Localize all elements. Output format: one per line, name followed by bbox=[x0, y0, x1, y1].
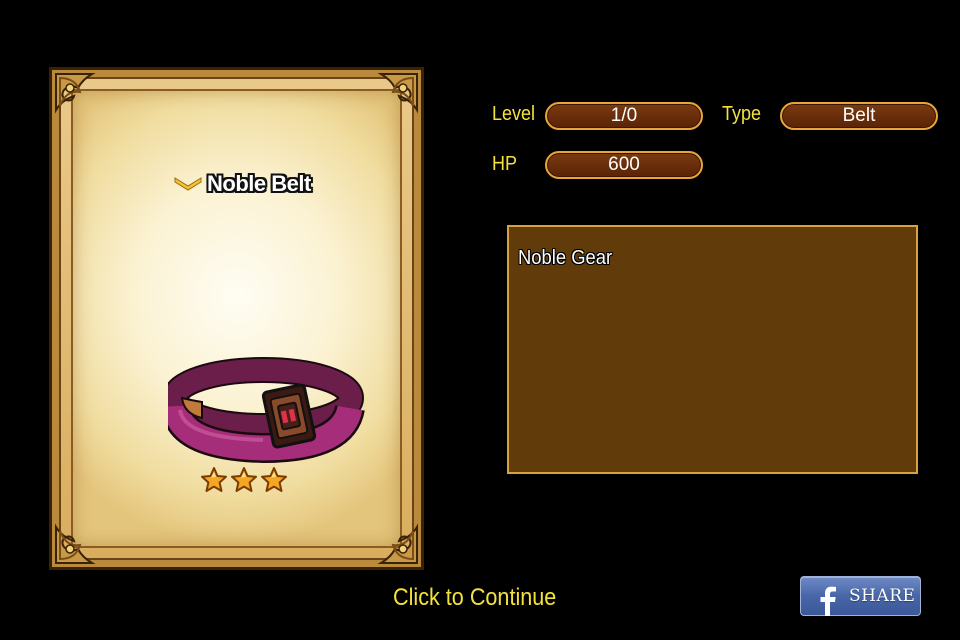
chevron-down-icon bbox=[173, 172, 203, 197]
type-value: Belt bbox=[780, 102, 938, 130]
continue-button[interactable]: Click to Continue bbox=[393, 584, 556, 612]
facebook-icon bbox=[815, 576, 839, 616]
description-text: Noble Gear bbox=[518, 247, 613, 269]
hp-label: HP bbox=[492, 153, 518, 175]
card-face: Noble Belt bbox=[71, 89, 402, 548]
belt-icon bbox=[161, 356, 368, 466]
level-label: Level bbox=[492, 103, 536, 125]
type-label: Type bbox=[722, 103, 762, 125]
rarity-stars bbox=[200, 466, 288, 499]
star-icon bbox=[200, 466, 228, 499]
hp-value: 600 bbox=[545, 151, 703, 179]
item-name: Noble Belt bbox=[207, 171, 311, 196]
ornament-corner-icon bbox=[55, 73, 96, 114]
description-box: Noble Gear bbox=[507, 225, 918, 474]
item-name-row: Noble Belt bbox=[173, 171, 311, 197]
item-card: Noble Belt bbox=[49, 67, 424, 570]
share-label: SHARE bbox=[849, 586, 916, 606]
card-border: Noble Belt bbox=[59, 77, 414, 560]
level-value: 1/0 bbox=[545, 102, 703, 130]
ornament-corner-icon bbox=[55, 523, 96, 564]
star-icon bbox=[260, 466, 288, 499]
ornament-corner-icon bbox=[377, 73, 418, 114]
facebook-share-button[interactable]: SHARE bbox=[800, 576, 921, 616]
star-icon bbox=[230, 466, 258, 499]
ornament-corner-icon bbox=[377, 523, 418, 564]
item-detail-screen: Noble Belt Level 1/0 Type Belt HP 600 No… bbox=[0, 0, 960, 640]
